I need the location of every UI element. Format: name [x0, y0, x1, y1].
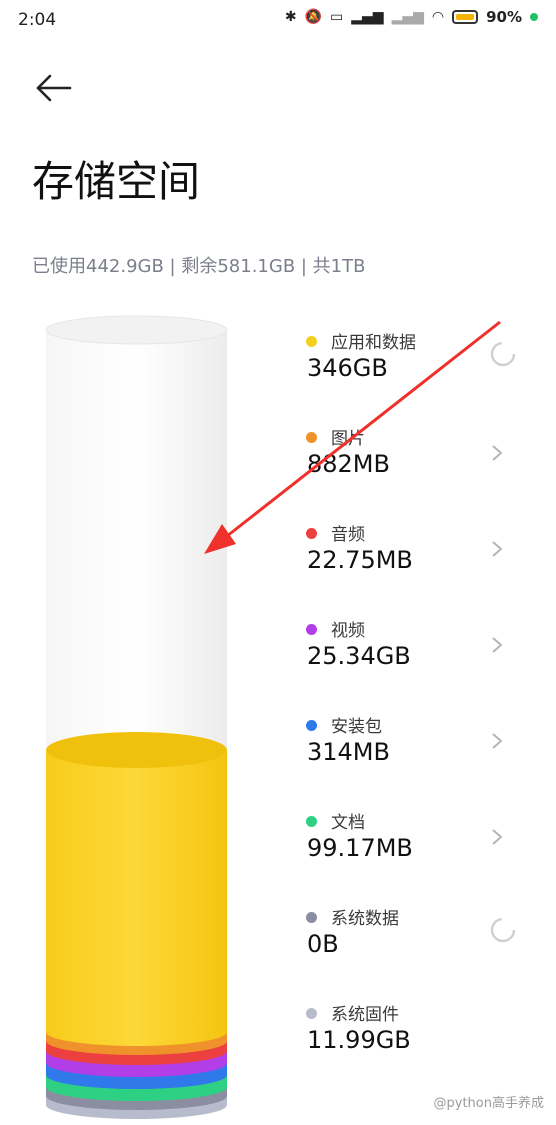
cylinder-fill-top — [46, 732, 227, 768]
cylinder-top — [45, 315, 228, 345]
chevron-right-icon[interactable] — [490, 731, 504, 751]
category-label: 音频 — [331, 525, 365, 545]
category-color-dot — [306, 336, 317, 347]
storage-summary: 已使用442.9GB | 剩余581.1GB | 共1TB — [32, 256, 366, 277]
loading-spinner-icon — [490, 341, 516, 367]
battery-icon — [452, 10, 479, 24]
category-label: 文档 — [331, 813, 365, 833]
category-label: 图片 — [331, 429, 365, 449]
category-item[interactable]: 视频 25.34GB — [306, 616, 536, 712]
category-color-dot — [306, 624, 317, 635]
signal-weak-icon: ▂▄▆ — [391, 9, 424, 25]
category-size: 346GB — [307, 354, 388, 382]
bluetooth-icon: ✱ — [284, 9, 297, 25]
category-size: 11.99GB — [307, 1026, 411, 1054]
category-label: 系统数据 — [331, 909, 399, 929]
category-label: 应用和数据 — [331, 333, 416, 353]
signal-icon: ▂▄▆ — [351, 9, 384, 25]
category-size: 314MB — [307, 738, 390, 766]
laptop-icon: ▭ — [330, 9, 344, 25]
cylinder-segment — [46, 750, 227, 1046]
page-title: 存储空间 — [32, 157, 201, 206]
category-size: 25.34GB — [307, 642, 411, 670]
category-list: 应用和数据 346GB 图片 882MB 音频 22.75MB 视频 25.34GB 安装包 31… — [306, 328, 536, 1096]
category-color-dot — [306, 528, 317, 539]
category-item[interactable]: 文档 99.17MB — [306, 808, 536, 904]
chevron-right-icon[interactable] — [490, 539, 504, 559]
category-item[interactable]: 音频 22.75MB — [306, 520, 536, 616]
category-item: 系统数据 0B — [306, 904, 536, 1000]
watermark: @python高手养成 — [433, 1096, 544, 1111]
storage-cylinder — [45, 315, 228, 1119]
category-item: 应用和数据 346GB — [306, 328, 536, 424]
chevron-right-icon[interactable] — [490, 827, 504, 847]
category-color-dot — [306, 720, 317, 731]
category-size: 99.17MB — [307, 834, 413, 862]
back-button[interactable] — [34, 70, 74, 106]
category-label: 系统固件 — [331, 1005, 399, 1025]
back-arrow-icon — [36, 74, 72, 102]
status-time: 2:04 — [18, 10, 57, 30]
wifi-icon: ◠ — [431, 9, 445, 25]
category-size: 22.75MB — [307, 546, 413, 574]
category-color-dot — [306, 1008, 317, 1019]
chevron-right-icon[interactable] — [490, 635, 504, 655]
category-color-dot — [306, 816, 317, 827]
status-bar: 2:04 ✱ 🔕 ▭ ▂▄▆ ▂▄▆ ◠ 90% — [0, 0, 556, 40]
loading-spinner-icon — [490, 917, 516, 943]
category-label: 视频 — [331, 621, 365, 641]
category-item[interactable]: 图片 882MB — [306, 424, 536, 520]
category-label: 安装包 — [331, 717, 382, 737]
battery-percent: 90% — [486, 8, 522, 26]
category-color-dot — [306, 432, 317, 443]
charging-dot-icon — [530, 13, 538, 21]
category-size: 882MB — [307, 450, 390, 478]
category-color-dot — [306, 912, 317, 923]
category-item: 系统固件 11.99GB — [306, 1000, 536, 1096]
mute-icon: 🔕 — [304, 9, 323, 25]
chevron-right-icon[interactable] — [490, 443, 504, 463]
status-icons: ✱ 🔕 ▭ ▂▄▆ ▂▄▆ ◠ 90% — [285, 8, 538, 26]
category-item[interactable]: 安装包 314MB — [306, 712, 536, 808]
category-size: 0B — [307, 930, 339, 958]
